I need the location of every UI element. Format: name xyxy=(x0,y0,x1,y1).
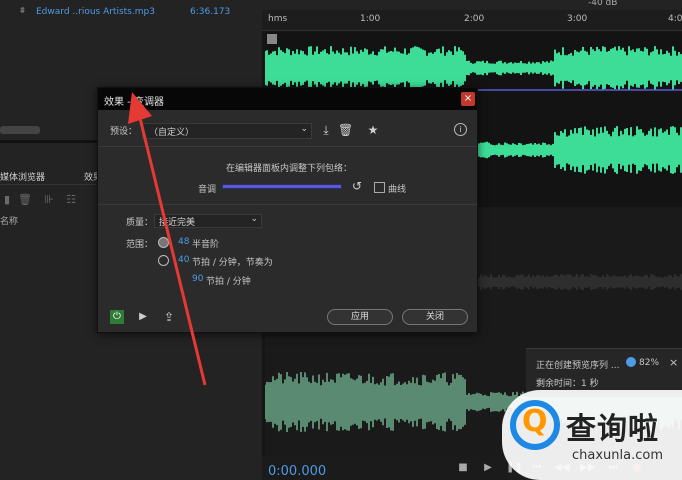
ruler-tick: 2:00 xyxy=(464,14,485,24)
range-bpm-unit: 节拍 / 分钟，节奏为 xyxy=(192,258,273,268)
name-column-header[interactable]: 名称 xyxy=(0,214,18,227)
progress-remaining: 剩余时间：1 秒 xyxy=(536,379,599,389)
pitch-shifter-dialog: 效果 - 变调器 × 预设： （自定义） ⌄ ⤓ 🗑 ★ i 在编辑器面板内调整… xyxy=(97,87,478,333)
watermark-brand: 查询啦 xyxy=(566,412,659,447)
horizontal-scrollbar[interactable] xyxy=(0,126,40,134)
progress-spinner-icon xyxy=(626,357,636,367)
stop-icon[interactable]: ■ xyxy=(456,462,470,473)
range-semitone-unit: 半音阶 xyxy=(192,240,220,250)
pitch-envelope-preview xyxy=(222,184,342,189)
close-button[interactable]: 关闭 xyxy=(402,309,468,325)
delete-icon[interactable]: 🗑 xyxy=(18,193,32,206)
preset-value: （自定义） xyxy=(149,128,195,138)
quality-dropdown[interactable]: 接近完美 ⌄ xyxy=(154,214,262,228)
curve-checkbox[interactable] xyxy=(374,182,385,193)
file-row[interactable]: ⩩ Edward ..rious Artists.mp3 6:36.173 xyxy=(0,4,255,22)
progress-close-icon[interactable]: × xyxy=(669,356,678,369)
file-name: Edward ..rious Artists.mp3 xyxy=(36,7,155,17)
divider xyxy=(98,204,477,205)
range-label: 范围： xyxy=(126,240,154,250)
export-icon[interactable]: ⇪ xyxy=(162,310,176,324)
download-preset-icon[interactable]: ⤓ xyxy=(319,123,333,137)
tempo-unit: 节拍 / 分钟 xyxy=(206,277,251,287)
file-duration: 6:36.173 xyxy=(190,7,231,17)
ruler-tick: 1:00 xyxy=(360,14,381,24)
play-icon[interactable]: ▶ xyxy=(481,462,495,473)
range-semitone-value[interactable]: 48 xyxy=(178,237,189,247)
tab-media-browser[interactable]: 媒体浏览器 xyxy=(0,170,45,183)
dialog-title: 效果 - 变调器 xyxy=(104,97,164,108)
track-corner-icon xyxy=(267,34,277,44)
bookmark-icon[interactable]: ▮ xyxy=(0,193,14,206)
preset-label: 预设： xyxy=(110,127,138,137)
chevron-down-icon: ⌄ xyxy=(300,124,308,134)
watermark-q-glyph: Q xyxy=(522,404,548,439)
tempo-value[interactable]: 90 xyxy=(192,274,203,284)
curve-label: 曲线 xyxy=(388,185,407,195)
level-meter-readout: -40 dB xyxy=(588,0,618,8)
preset-dropdown[interactable]: （自定义） ⌄ xyxy=(142,123,312,139)
divider xyxy=(98,146,477,147)
range-semitone-radio[interactable] xyxy=(158,237,169,248)
chevron-down-icon: ⌄ xyxy=(250,214,258,224)
progress-percent: 82% xyxy=(639,358,660,368)
envelope-info-text: 在编辑器面板内调整下列包络： xyxy=(226,164,353,174)
quality-value: 接近完美 xyxy=(159,218,196,228)
watermark-domain: chaxunla.com xyxy=(572,448,663,463)
waveform-file-icon: ⩩ xyxy=(20,6,25,16)
ruler-tick: 3:00 xyxy=(567,14,588,24)
pitch-label: 音调 xyxy=(198,185,217,195)
star-icon[interactable]: ★ xyxy=(366,123,380,137)
reset-icon[interactable]: ↺ xyxy=(350,179,364,193)
ruler-tick: 4:00 xyxy=(668,14,682,24)
quality-label: 质量： xyxy=(126,218,154,228)
play-icon[interactable]: ▶ xyxy=(136,310,150,324)
dialog-close-button[interactable]: × xyxy=(461,92,475,106)
trash-icon[interactable]: 🗑 xyxy=(338,123,353,137)
apply-button[interactable]: 应用 xyxy=(327,309,393,325)
range-bpm-radio[interactable] xyxy=(158,255,169,266)
progress-status: 正在创建预览序列 ... xyxy=(536,361,620,371)
info-icon[interactable]: i xyxy=(454,123,467,136)
watermark-logo: Q 查询啦 chaxunla.com xyxy=(502,390,682,480)
editor-header: -40 dB xyxy=(262,0,682,10)
list-icon[interactable]: ☷ xyxy=(64,193,78,206)
split-icon[interactable]: ⊪ xyxy=(42,193,56,206)
range-bpm-value[interactable]: 40 xyxy=(178,255,189,265)
ruler-tick: hms xyxy=(268,14,288,24)
power-toggle-button[interactable]: ⏻ xyxy=(110,310,124,324)
dialog-title-bar[interactable]: 效果 - 变调器 × xyxy=(98,88,477,110)
current-time-display[interactable]: 0:00.000 xyxy=(268,464,326,479)
